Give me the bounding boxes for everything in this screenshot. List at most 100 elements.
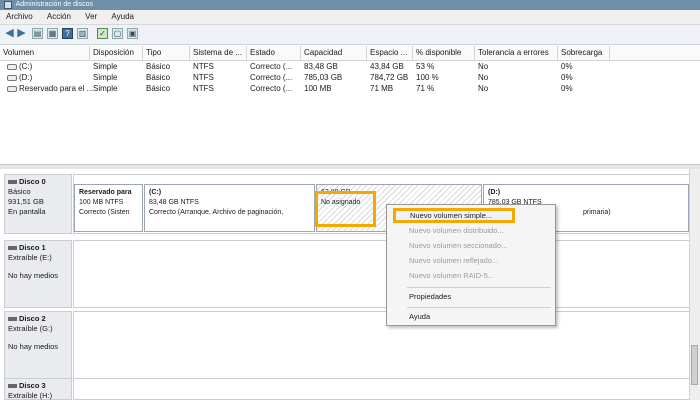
partition-c[interactable]: (C:) 83,48 GB NTFS Correcto (Arranque, A… bbox=[144, 184, 315, 232]
menu-separator bbox=[407, 287, 551, 288]
capacity-cell: 83,48 GB bbox=[304, 62, 338, 71]
disk-3-label[interactable]: Disco 3 Extraíble (H:) bbox=[4, 378, 72, 400]
menu-properties[interactable]: Propiedades bbox=[387, 290, 555, 304]
console-tree-icon[interactable]: ▤ bbox=[32, 28, 43, 39]
partition-size: 100 MB NTFS bbox=[79, 199, 124, 206]
partition-title: (C:) bbox=[149, 189, 162, 196]
properties-icon[interactable]: ▦ bbox=[47, 28, 58, 39]
disk-icon bbox=[8, 246, 17, 251]
fault-tolerance-cell: No bbox=[478, 62, 489, 71]
menu-bar: Archivo Acción Ver Ayuda bbox=[0, 10, 700, 25]
partition-status: Correcto (Arranque, Archivo de paginació… bbox=[149, 209, 284, 216]
disk-name: Disco 0 bbox=[19, 177, 46, 186]
forward-arrow-icon[interactable]: ▶ bbox=[16, 28, 27, 39]
disk-management-icon bbox=[4, 1, 12, 9]
col-tolerancia[interactable]: Tolerancia a errores bbox=[475, 46, 558, 60]
disk-3-area bbox=[73, 378, 690, 400]
percent-free-cell: 71 % bbox=[416, 84, 435, 93]
status-cell: Correcto (... bbox=[250, 84, 293, 93]
volume-cell: (D:) bbox=[4, 72, 32, 83]
disk-1-area bbox=[73, 240, 690, 308]
col-sistema[interactable]: Sistema de ... bbox=[190, 46, 247, 60]
disk-size: 931,51 GB bbox=[8, 197, 44, 206]
view-icon[interactable]: ▣ bbox=[127, 28, 138, 39]
partition-title: Reservado para bbox=[79, 189, 132, 196]
status-cell: Correcto (... bbox=[250, 62, 293, 71]
disk-1-label[interactable]: Disco 1 Extraíble (E:) No hay medios bbox=[4, 240, 72, 308]
col-disponible[interactable]: % disponible bbox=[413, 46, 475, 60]
type-cell: Básico bbox=[146, 62, 171, 71]
col-disposicion[interactable]: Disposición bbox=[90, 46, 143, 60]
menu-help[interactable]: Ayuda bbox=[387, 310, 555, 324]
menu-ver[interactable]: Ver bbox=[79, 10, 103, 24]
list-view-icon[interactable]: ▥ bbox=[77, 28, 88, 39]
menu-accion[interactable]: Acción bbox=[41, 10, 77, 24]
overhead-cell: 0% bbox=[561, 73, 573, 82]
disk-0-label[interactable]: Disco 0 Básico 931,51 GB En pantalla bbox=[4, 174, 72, 234]
free-space-cell: 71 MB bbox=[370, 84, 394, 93]
menu-new-simple-volume[interactable]: Nuevo volumen simple... bbox=[393, 208, 515, 223]
disk-2-label[interactable]: Disco 2 Extraíble (G:) No hay medios bbox=[4, 311, 72, 379]
percent-free-cell: 53 % bbox=[416, 62, 435, 71]
filesystem-cell: NTFS bbox=[193, 62, 214, 71]
layout-cell: Simple bbox=[93, 84, 118, 93]
table-row[interactable]: Reservado para el ... Simple Básico NTFS… bbox=[0, 83, 700, 94]
drive-icon bbox=[7, 74, 17, 81]
capacity-cell: 785,03 GB bbox=[304, 73, 343, 82]
overhead-cell: 0% bbox=[561, 62, 573, 71]
disk-icon bbox=[8, 384, 17, 389]
disk-status: No hay medios bbox=[8, 271, 59, 280]
volume-cell: (C:) bbox=[4, 61, 32, 72]
drive-icon bbox=[7, 85, 17, 92]
col-volumen[interactable]: Volumen bbox=[0, 46, 90, 60]
filesystem-cell: NTFS bbox=[193, 84, 214, 93]
disk-type: Extraíble (E:) bbox=[8, 253, 52, 262]
disk-0-partitions: Reservado para 100 MB NTFS Correcto (Sis… bbox=[73, 174, 690, 234]
layout-cell: Simple bbox=[93, 73, 118, 82]
disk-status: En pantalla bbox=[8, 207, 46, 216]
unallocated-highlight bbox=[315, 191, 376, 227]
col-estado[interactable]: Estado bbox=[247, 46, 301, 60]
fault-tolerance-cell: No bbox=[478, 73, 489, 82]
menu-new-mirrored-volume[interactable]: Nuevo volumen reflejado... bbox=[387, 254, 555, 268]
layout-cell: Simple bbox=[93, 62, 118, 71]
disk-name: Disco 2 bbox=[19, 314, 46, 323]
overhead-cell: 0% bbox=[561, 84, 573, 93]
partition-reserved[interactable]: Reservado para 100 MB NTFS Correcto (Sis… bbox=[74, 184, 143, 232]
drive-icon bbox=[7, 63, 17, 70]
disk-2-area bbox=[73, 311, 690, 379]
disk-name: Disco 3 bbox=[19, 381, 46, 390]
table-row[interactable]: (D:) Simple Básico NTFS Correcto (... 78… bbox=[0, 72, 700, 83]
disk-status: No hay medios bbox=[8, 342, 59, 351]
scrollbar-thumb[interactable] bbox=[691, 345, 698, 385]
menu-new-striped-volume[interactable]: Nuevo volumen seccionado... bbox=[387, 239, 555, 253]
disk-icon bbox=[8, 180, 17, 185]
menu-archivo[interactable]: Archivo bbox=[0, 10, 39, 24]
volume-list-header: Volumen Disposición Tipo Sistema de ... … bbox=[0, 46, 700, 61]
disk-name: Disco 1 bbox=[19, 243, 46, 252]
volume-cell: Reservado para el ... bbox=[4, 83, 93, 94]
partition-size: 83,48 GB NTFS bbox=[149, 199, 199, 206]
table-row[interactable]: (C:) Simple Básico NTFS Correcto (... 83… bbox=[0, 61, 700, 72]
menu-new-spanned-volume[interactable]: Nuevo volumen distribuido... bbox=[387, 224, 555, 238]
connect-icon[interactable]: ✓ bbox=[97, 28, 108, 39]
col-sobrecarga[interactable]: Sobrecarga bbox=[558, 46, 610, 60]
export-icon[interactable]: ▢ bbox=[112, 28, 123, 39]
disk-type: Extraíble (G:) bbox=[8, 324, 53, 333]
menu-new-raid5-volume[interactable]: Nuevo volumen RAID-5... bbox=[387, 269, 555, 283]
toolbar: ◀ ▶ ▤ ▦ ? ▥ ✓ ▢ ▣ bbox=[0, 25, 700, 45]
menu-ayuda[interactable]: Ayuda bbox=[105, 10, 140, 24]
help-icon[interactable]: ? bbox=[62, 28, 73, 39]
disk-type: Básico bbox=[8, 187, 31, 196]
col-capacidad[interactable]: Capacidad bbox=[301, 46, 367, 60]
capacity-cell: 100 MB bbox=[304, 84, 332, 93]
disk-map-scrollbar[interactable] bbox=[689, 169, 700, 400]
title-bar: Administración de discos bbox=[0, 0, 700, 10]
window-title: Administración de discos bbox=[15, 1, 93, 8]
type-cell: Básico bbox=[146, 84, 171, 93]
status-cell: Correcto (... bbox=[250, 73, 293, 82]
col-espacio[interactable]: Espacio ... bbox=[367, 46, 413, 60]
back-arrow-icon[interactable]: ◀ bbox=[4, 28, 15, 39]
menu-separator bbox=[407, 307, 551, 308]
col-tipo[interactable]: Tipo bbox=[143, 46, 190, 60]
